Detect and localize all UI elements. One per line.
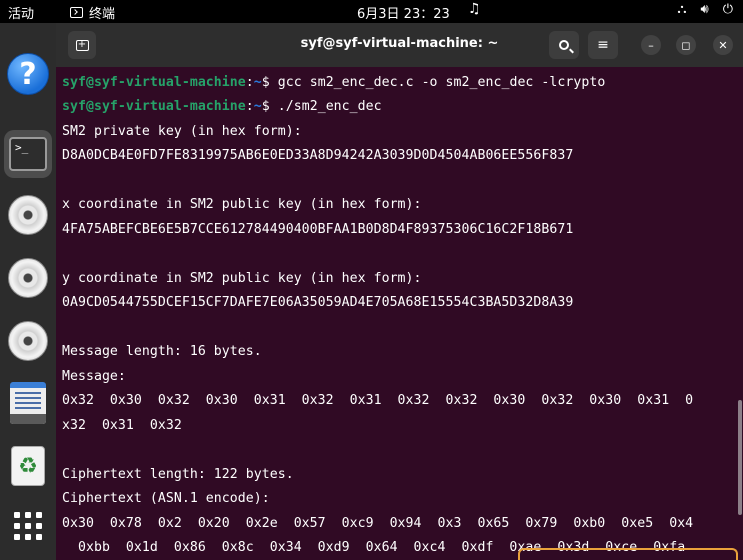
search-button[interactable]	[549, 31, 579, 59]
trash-icon: ♻	[11, 446, 45, 486]
hamburger-icon: ≡	[597, 37, 609, 53]
output-line: x coordinate in SM2 public key (in hex f…	[62, 197, 422, 212]
terminal-output[interactable]: syf@syf-virtual-machine:~$ gcc sm2_enc_d…	[56, 67, 743, 560]
bell-icon[interactable]: ♫	[468, 1, 481, 17]
window-title: syf@syf-virtual-machine: ~	[300, 36, 499, 51]
output-line: D8A0DCB4E0FD7FE8319975AB6E0ED33A8D94242A…	[62, 148, 574, 163]
dock-trash[interactable]: ♻	[4, 442, 52, 490]
output-line: y coordinate in SM2 public key (in hex f…	[62, 271, 422, 286]
help-icon: ?	[7, 53, 49, 95]
dock-disc-1[interactable]	[4, 191, 52, 239]
output-line: x32 0x31 0x32	[62, 418, 182, 433]
dock-disc-3[interactable]	[4, 317, 52, 365]
minimize-button[interactable]: –	[641, 35, 661, 55]
power-icon: ⏻	[722, 2, 733, 17]
dock-show-apps[interactable]	[4, 502, 52, 550]
close-icon: ✕	[718, 38, 728, 52]
output-line: Ciphertext length: 122 bytes.	[62, 467, 294, 482]
minimize-icon: –	[648, 38, 654, 52]
maximize-button[interactable]: ◻	[676, 35, 696, 55]
prompt-line-1: syf@syf-virtual-machine:~$ gcc sm2_enc_d…	[62, 75, 606, 90]
output-line: 0A9CD0544755DCEF15CF7DAFE7E06A35059AD4E7…	[62, 295, 574, 310]
volume-icon: 🔊︎	[700, 2, 709, 17]
output-line: SM2 private key (in hex form):	[62, 124, 302, 139]
maximize-icon: ◻	[681, 38, 691, 52]
clock[interactable]: 6月3日 23：23	[357, 3, 450, 22]
menu-button[interactable]: ≡	[588, 31, 618, 59]
app-grid-icon	[14, 512, 42, 540]
selection-highlight	[518, 548, 738, 560]
search-icon	[559, 40, 569, 50]
dock-help[interactable]: ?	[4, 50, 52, 98]
disc-icon	[8, 195, 48, 235]
output-line: Ciphertext (ASN.1 encode):	[62, 491, 270, 506]
output-line: 0x32 0x30 0x32 0x30 0x31 0x32 0x31 0x32 …	[62, 393, 694, 408]
scrollbar[interactable]	[738, 400, 742, 515]
disc-icon	[8, 258, 48, 298]
terminal-icon: >_	[9, 137, 47, 171]
dock-text-editor[interactable]	[4, 379, 52, 427]
terminal-headerbar: + syf@syf-virtual-machine: ~ ≡ – ◻ ✕	[56, 23, 743, 67]
output-line: Message length: 16 bytes.	[62, 344, 262, 359]
activities-button[interactable]: 活动	[8, 3, 34, 22]
dock-terminal[interactable]: >_	[4, 130, 52, 178]
dock-disc-2[interactable]	[4, 254, 52, 302]
top-bar: 活动 终端 6月3日 23：23 ♫ ⛬ 🔊︎ ⏻	[0, 0, 743, 23]
system-tray[interactable]: ⛬ 🔊︎ ⏻	[677, 2, 733, 17]
output-line: Message:	[62, 369, 126, 384]
app-name: 终端	[89, 7, 116, 22]
text-editor-icon	[10, 382, 46, 424]
prompt-line-2: syf@syf-virtual-machine:~$ ./sm2_enc_dec	[62, 99, 382, 114]
network-icon: ⛬	[677, 2, 687, 17]
close-button[interactable]: ✕	[713, 35, 733, 55]
dock: ? >_ ♻	[0, 23, 56, 560]
output-line: 4FA75ABEFCBE6E5B7CCE612784490400BFAA1B0D…	[62, 222, 574, 237]
app-menu[interactable]: 终端	[70, 3, 115, 22]
output-line: 0x30 0x78 0x2 0x20 0x2e 0x57 0xc9 0x94 0…	[62, 516, 694, 531]
disc-icon	[8, 321, 48, 361]
terminal-app-icon	[70, 7, 83, 18]
